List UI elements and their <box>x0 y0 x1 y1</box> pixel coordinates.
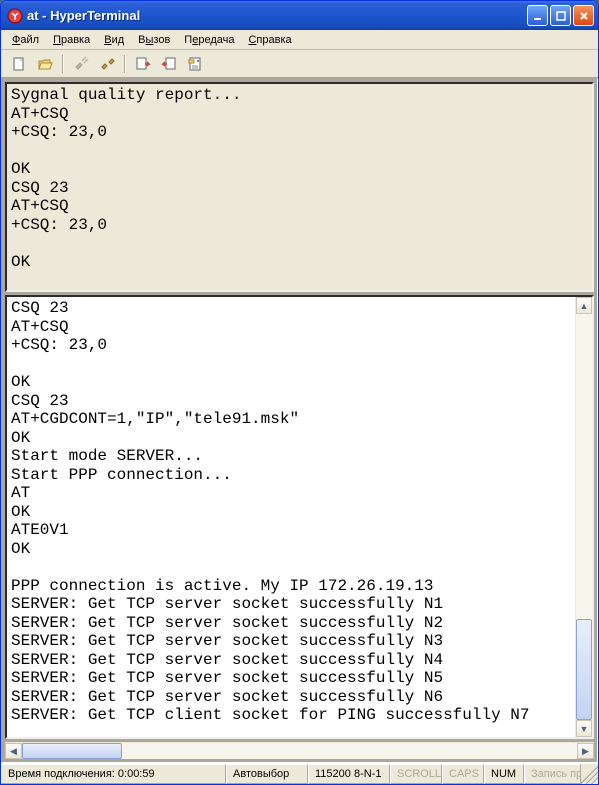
open-icon[interactable] <box>33 53 56 75</box>
status-num: NUM <box>484 764 524 784</box>
vertical-scrollbar[interactable]: ▲ ▼ <box>575 297 592 737</box>
scroll-down-button[interactable]: ▼ <box>576 720 592 737</box>
title-bar[interactable]: at - HyperTerminal <box>1 1 598 30</box>
resize-grip[interactable] <box>581 764 598 784</box>
status-params: 115200 8-N-1 <box>308 764 390 784</box>
status-connection-time: Время подключения: 0:00:59 <box>1 764 226 784</box>
upper-pane: Sygnal quality report... AT+CSQ +CSQ: 23… <box>5 82 594 292</box>
lower-terminal-output[interactable]: CSQ 23 AT+CSQ +CSQ: 23,0 OK CSQ 23 AT+CG… <box>7 297 592 737</box>
scroll-up-button[interactable]: ▲ <box>576 297 592 314</box>
menu-Файл[interactable]: Файл <box>5 32 46 48</box>
status-mode: Автовыбор <box>226 764 308 784</box>
status-bar: Время подключения: 0:00:59 Автовыбор 115… <box>1 763 598 784</box>
send-icon[interactable] <box>131 53 154 75</box>
status-scroll: SCROLL <box>390 764 442 784</box>
hscroll-track[interactable] <box>22 743 577 759</box>
menu-Вид[interactable]: Вид <box>97 32 131 48</box>
app-window: at - HyperTerminal ФайлПравкаВидВызовПер… <box>0 0 599 785</box>
receive-icon[interactable] <box>157 53 180 75</box>
menu-Справка[interactable]: Справка <box>241 32 298 48</box>
status-caps: CAPS <box>442 764 484 784</box>
toolbar <box>1 50 598 78</box>
minimize-button[interactable] <box>527 5 548 26</box>
scroll-track[interactable] <box>576 314 592 720</box>
new-icon[interactable] <box>7 53 30 75</box>
disconnect-icon[interactable] <box>95 53 118 75</box>
upper-terminal-output[interactable]: Sygnal quality report... AT+CSQ +CSQ: 23… <box>7 84 592 273</box>
toolbar-separator <box>124 55 125 73</box>
status-record: Запись пр <box>524 764 581 784</box>
window-title: at - HyperTerminal <box>27 8 527 23</box>
toolbar-separator <box>62 55 63 73</box>
properties-icon[interactable] <box>183 53 206 75</box>
hscroll-thumb[interactable] <box>22 743 122 759</box>
menu-Правка[interactable]: Правка <box>46 32 97 48</box>
horizontal-scrollbar[interactable]: ◀ ▶ <box>5 742 594 759</box>
menu-bar: ФайлПравкаВидВызовПередачаСправка <box>1 30 598 50</box>
scroll-right-button[interactable]: ▶ <box>577 743 594 759</box>
menu-Передача[interactable]: Передача <box>177 32 241 48</box>
connect-icon <box>69 53 92 75</box>
scroll-thumb[interactable] <box>576 619 592 721</box>
scroll-left-button[interactable]: ◀ <box>5 743 22 759</box>
menu-Вызов[interactable]: Вызов <box>131 32 177 48</box>
client-area: Sygnal quality report... AT+CSQ +CSQ: 23… <box>1 78 598 763</box>
lower-pane: CSQ 23 AT+CSQ +CSQ: 23,0 OK CSQ 23 AT+CG… <box>5 295 594 739</box>
maximize-button[interactable] <box>550 5 571 26</box>
close-button[interactable] <box>573 5 594 26</box>
app-icon <box>7 8 23 24</box>
